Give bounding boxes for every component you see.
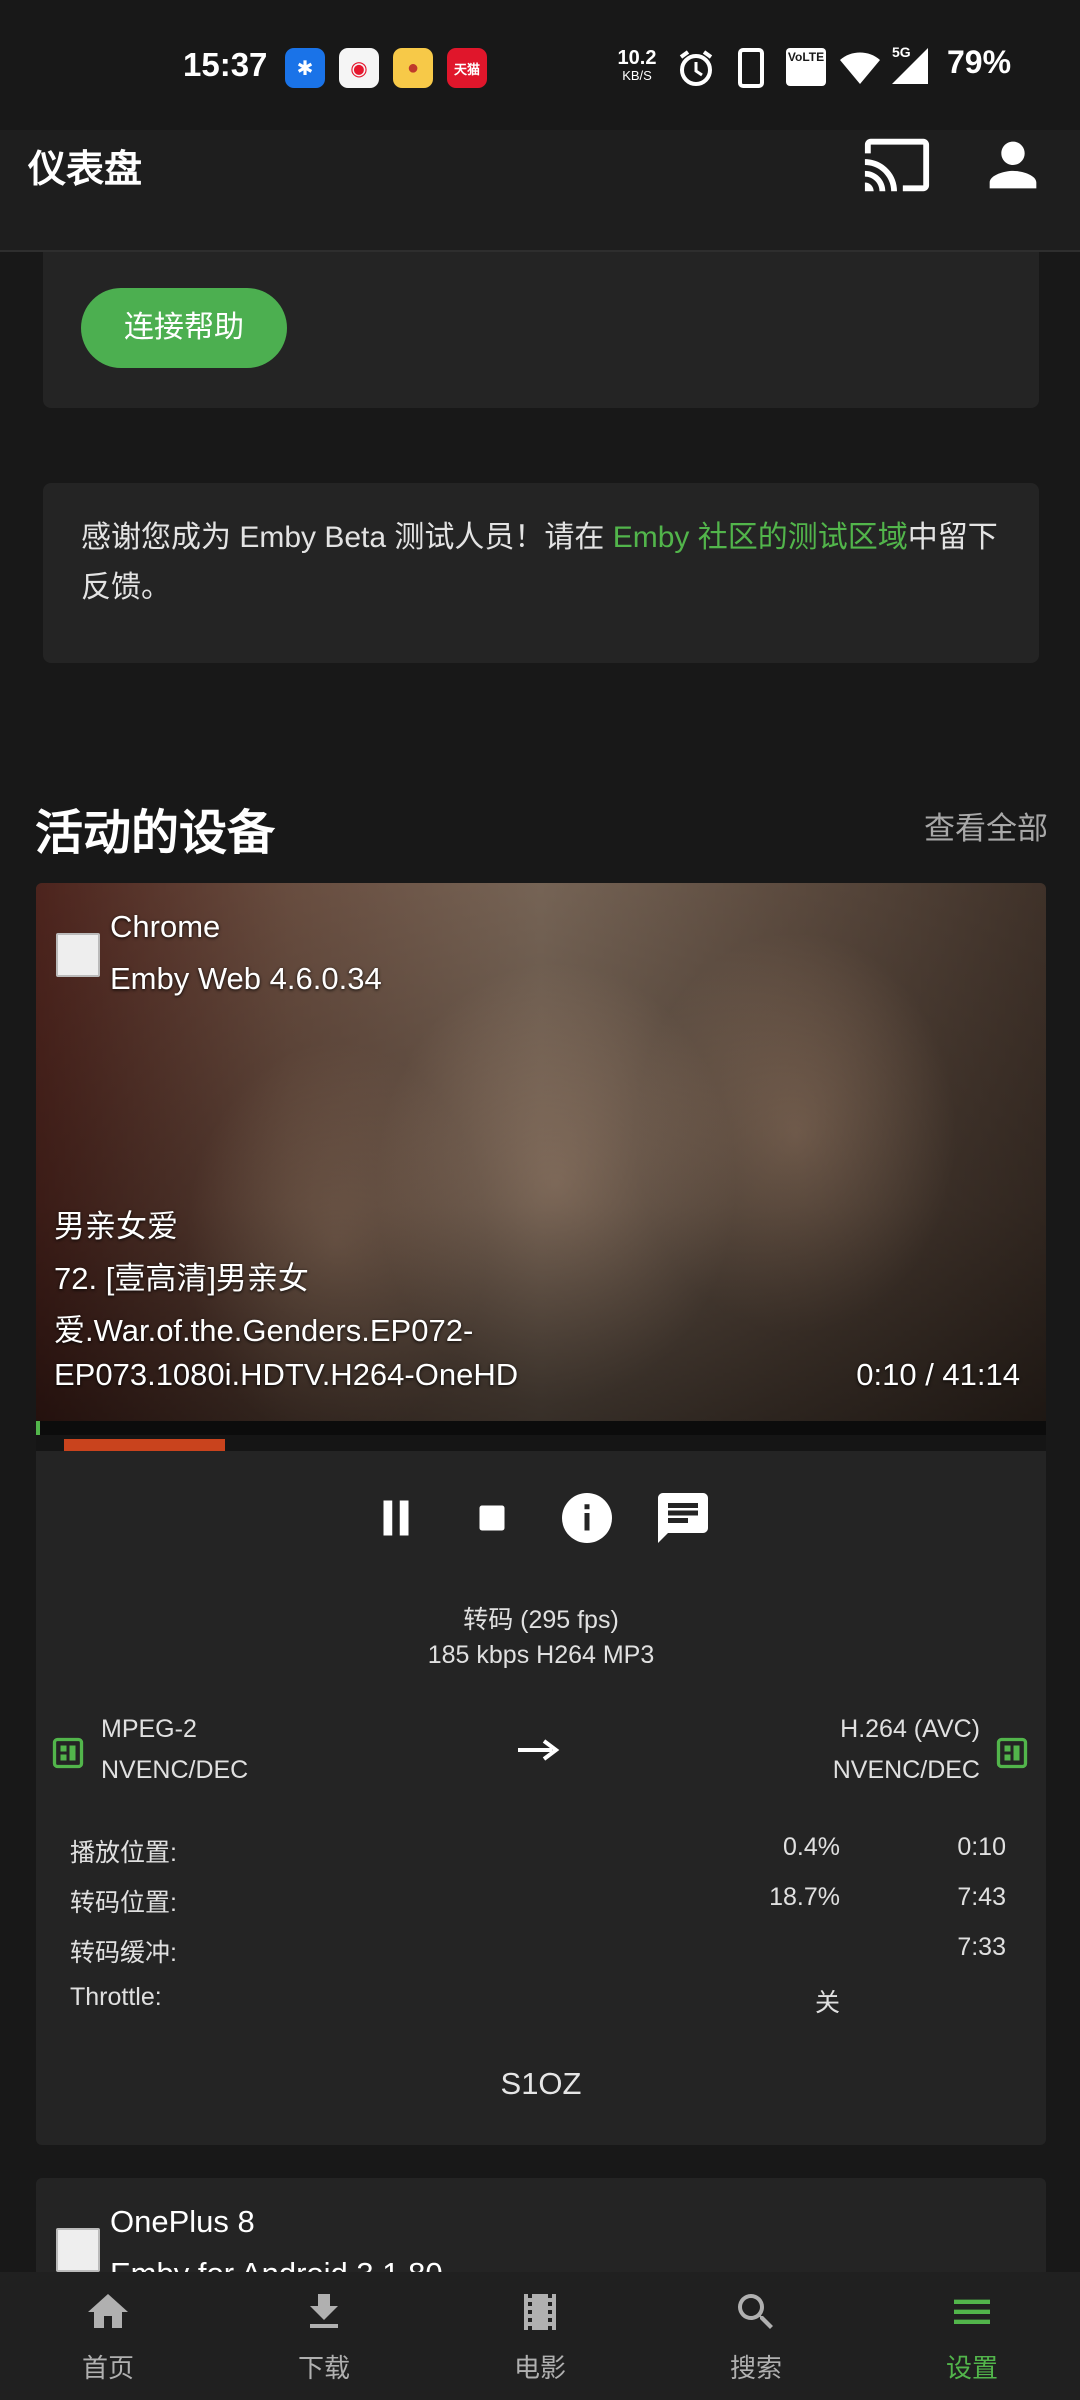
playback-progress-bar[interactable]: [36, 1421, 1046, 1451]
wifi-icon: [840, 52, 880, 84]
server-info-panel: 连接帮助: [43, 252, 1039, 408]
search-icon: [738, 2294, 773, 2329]
beta-forum-link[interactable]: Emby 社区的测试区域: [613, 521, 908, 554]
chip-icon: [52, 1737, 84, 1769]
tmall-badge-icon: 天猫: [447, 48, 487, 88]
battery-level: 79%: [947, 44, 1012, 80]
now-playing-poster[interactable]: Chrome Emby Web 4.6.0.34 男亲女爱 72. [壹高清]男…: [36, 883, 1046, 1421]
movie-icon: [524, 2294, 556, 2330]
volte-icon: VoLTE: [786, 48, 826, 86]
media-episode-line: EP073.1080i.HDTV.H264-OneHD: [54, 1357, 519, 1392]
maps-badge-icon: ✱: [285, 48, 325, 88]
target-codec: H.264 (AVC): [840, 1715, 980, 1743]
nav-downloads[interactable]: 下载: [216, 2272, 432, 2400]
device-client: Chrome: [110, 909, 221, 944]
stop-button[interactable]: [462, 1488, 522, 1548]
info-button[interactable]: [557, 1488, 617, 1548]
cast-icon: [864, 138, 930, 192]
see-all-link[interactable]: 查看全部: [924, 803, 1048, 848]
media-episode-line: 72. [壹高清]男亲女: [54, 1261, 309, 1296]
stop-icon: [479, 1505, 505, 1531]
beta-notice-text: 感谢您成为 Emby Beta 测试人员！请在 Emby 社区的测试区域中留下反…: [81, 521, 998, 604]
client-logo: [56, 2228, 100, 2272]
table-row: Throttle: 关: [70, 1983, 840, 2017]
chip-icon: [996, 1737, 1028, 1769]
pause-icon: [383, 1500, 409, 1536]
media-episode-line: 爱.War.of.the.Genders.EP072-: [54, 1313, 474, 1348]
source-codec: MPEG-2: [101, 1715, 197, 1743]
download-icon: [310, 2294, 338, 2328]
session-user: S1OZ: [500, 2066, 582, 2101]
media-title: 男亲女爱: [54, 1209, 178, 1244]
network-type: 5G: [892, 44, 911, 60]
app-header: 仪表盘: [0, 130, 1080, 252]
user-button[interactable]: [978, 130, 1048, 200]
transcode-progress-fill: [64, 1439, 225, 1451]
pig-app-badge-icon: ●: [393, 48, 433, 88]
target-hw: NVENC/DEC: [832, 1756, 980, 1784]
bottom-navigation: 首页 下载 电影 搜索 设置: [0, 2272, 1080, 2400]
table-row: 转码位置: 18.7% 7:43: [70, 1883, 1006, 1917]
client-logo: [56, 933, 100, 977]
source-hw: NVENC/DEC: [101, 1756, 249, 1784]
phone-icon: [738, 48, 764, 88]
info-icon: [562, 1493, 612, 1543]
nav-search[interactable]: 搜索: [648, 2272, 864, 2400]
section-title-active-devices: 活动的设备: [35, 807, 276, 860]
nav-home[interactable]: 首页: [0, 2272, 216, 2400]
device-client: OnePlus 8: [110, 2204, 255, 2239]
weibo-badge-icon: ◉: [339, 48, 379, 88]
device-card: Chrome Emby Web 4.6.0.34 男亲女爱 72. [壹高清]男…: [36, 883, 1046, 2145]
status-bar: 15:37 ✱ ◉ ● 天猫 10.2 KB/S VoLTE 5G 79%: [0, 0, 1080, 130]
page-title: 仪表盘: [28, 149, 143, 191]
message-button[interactable]: [653, 1488, 713, 1548]
home-icon: [88, 2294, 128, 2328]
nav-settings[interactable]: 设置: [864, 2272, 1080, 2400]
table-row: 转码缓冲: 7:33: [70, 1933, 1006, 1967]
user-icon: [989, 141, 1037, 189]
playback-progress-fill: [36, 1421, 41, 1435]
beta-notice: 感谢您成为 Emby Beta 测试人员！请在 Emby 社区的测试区域中留下反…: [43, 483, 1039, 663]
net-speed: 10.2 KB/S: [617, 47, 657, 83]
alarm-icon: [679, 50, 713, 86]
playback-time: 0:10 / 41:14: [856, 1357, 1020, 1392]
pause-button[interactable]: [366, 1488, 426, 1548]
stream-info: 185 kbps H264 MP3: [427, 1641, 655, 1669]
message-icon: [658, 1493, 708, 1543]
device-app-version: Emby Web 4.6.0.34: [110, 961, 382, 996]
connect-help-button[interactable]: 连接帮助: [81, 288, 287, 368]
nav-movies[interactable]: 电影: [432, 2272, 648, 2400]
menu-icon: [954, 2299, 990, 2324]
transcode-status: 转码 (295 fps): [463, 1606, 619, 1634]
cast-button[interactable]: [862, 130, 932, 200]
clock: 15:37: [183, 46, 268, 83]
arrow-right-icon: [518, 1739, 560, 1761]
table-row: 播放位置: 0.4% 0:10: [70, 1833, 1006, 1867]
